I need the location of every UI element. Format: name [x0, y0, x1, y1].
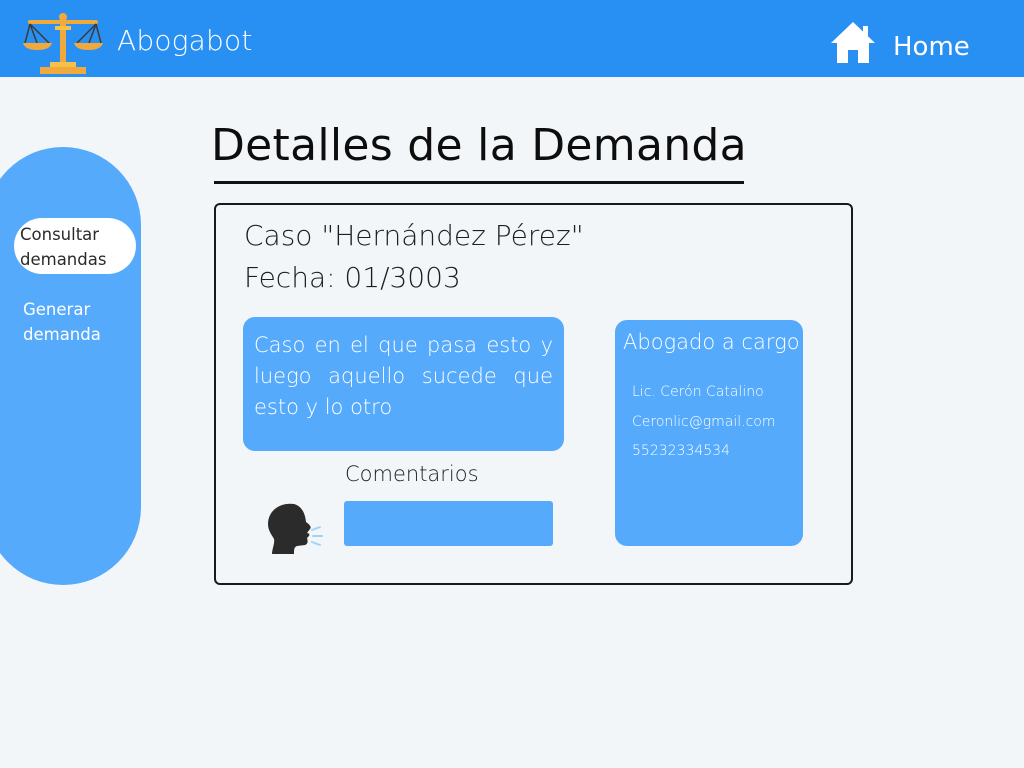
comments-label: Comentarios [345, 462, 479, 486]
title-divider [214, 181, 744, 184]
lawyer-heading: Abogado a cargo [623, 330, 800, 354]
home-link[interactable]: Home [893, 32, 970, 62]
scales-of-justice-icon [23, 13, 103, 74]
lawyer-phone: 55232334534 [632, 443, 730, 459]
case-title: Caso "Hernández Pérez" [244, 219, 584, 252]
lawyer-email: Ceronlic@gmail.com [632, 414, 776, 430]
comment-input[interactable] [344, 501, 553, 546]
case-description: Caso en el que pasa esto y luego aquello… [254, 333, 553, 419]
case-date: Fecha: 01/3003 [244, 261, 461, 294]
sidebar-item-generar-demanda[interactable]: Generar demanda [23, 297, 133, 347]
case-description-box: Caso en el que pasa esto y luego aquello… [243, 317, 564, 451]
page-title: Detalles de la Demanda [211, 120, 747, 171]
speaking-head-icon [268, 503, 323, 554]
sidebar-item-consultar-demandas[interactable]: Consultar demandas [14, 218, 136, 274]
lawyer-name: Lic. Cerón Catalino [632, 384, 764, 400]
app-title: Abogabot [117, 24, 253, 57]
house-icon[interactable] [829, 20, 877, 65]
top-bar: Abogabot Home [0, 0, 1024, 77]
sidebar [0, 147, 141, 585]
